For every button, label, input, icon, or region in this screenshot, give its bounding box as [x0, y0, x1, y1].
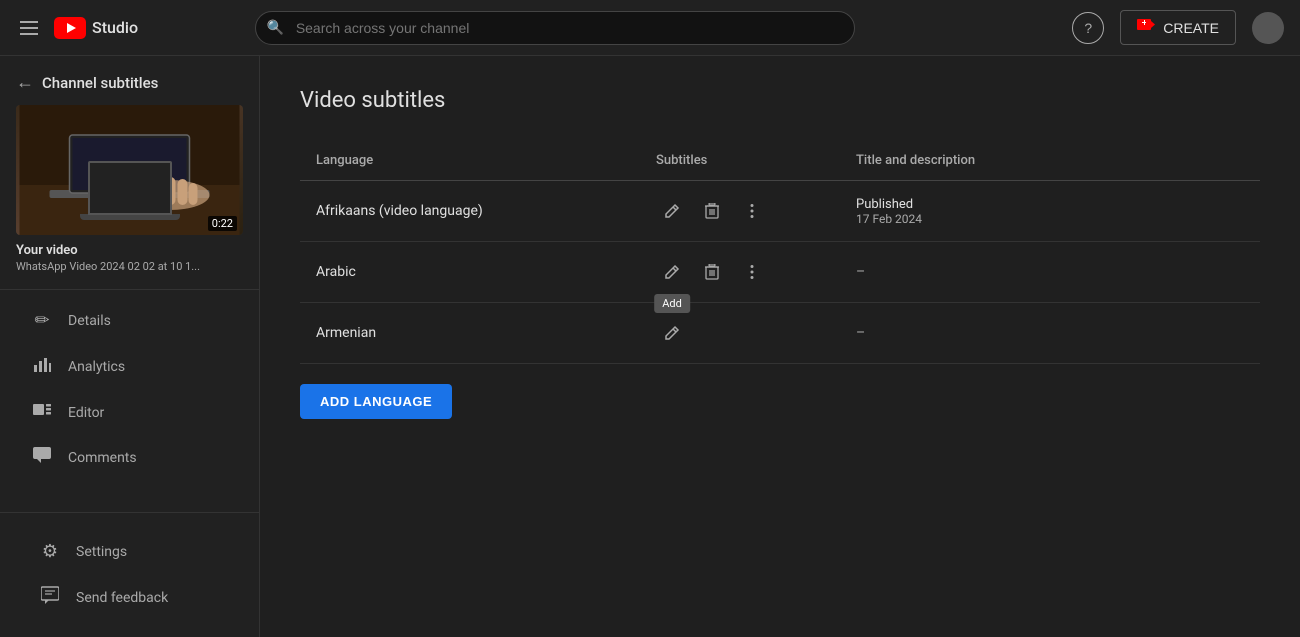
- settings-label: Settings: [76, 544, 127, 560]
- sidebar-top: ← Channel subtitles: [0, 56, 259, 290]
- studio-label: Studio: [92, 18, 138, 37]
- pencil-icon: [664, 264, 680, 280]
- video-filename: WhatsApp Video 2024 02 02 at 10 1...: [16, 260, 243, 273]
- no-title-desc: –: [856, 325, 865, 341]
- table-row: Arabic: [300, 242, 1260, 303]
- add-subtitle-button[interactable]: [656, 317, 688, 349]
- create-button[interactable]: CREATE: [1120, 10, 1236, 45]
- body-wrapper: ← Channel subtitles: [0, 56, 1300, 637]
- trash-icon: [705, 203, 719, 219]
- delete-subtitle-button[interactable]: [696, 256, 728, 288]
- create-icon: [1137, 17, 1155, 38]
- add-tooltip: Add: [654, 294, 690, 313]
- trash-icon: [705, 264, 719, 280]
- more-options-button[interactable]: [736, 195, 768, 227]
- create-label: CREATE: [1163, 20, 1219, 36]
- help-button[interactable]: ?: [1072, 12, 1104, 44]
- sidebar-item-analytics[interactable]: Analytics: [8, 343, 251, 390]
- youtube-icon: [54, 17, 86, 39]
- add-language-button[interactable]: ADD LANGUAGE: [300, 384, 452, 419]
- details-icon: ✏: [32, 310, 52, 331]
- video-thumbnail: 0:22: [16, 105, 243, 235]
- subtitle-actions: [656, 195, 824, 227]
- col-title-desc: Title and description: [840, 141, 1260, 181]
- feedback-icon: [40, 586, 60, 609]
- sidebar-bottom: ⚙ Settings Send feedback: [0, 512, 259, 637]
- app-header: Studio 🔍 ? CREATE: [0, 0, 1300, 56]
- main-content: Video subtitles Language Subtitles Title…: [260, 56, 1300, 637]
- settings-icon: ⚙: [40, 541, 60, 562]
- menu-button[interactable]: [16, 17, 42, 39]
- subtitles-table: Language Subtitles Title and description…: [300, 141, 1260, 364]
- analytics-icon: [32, 355, 52, 378]
- duration-badge: 0:22: [208, 216, 237, 231]
- comments-icon: [32, 447, 52, 468]
- published-date: 17 Feb 2024: [856, 212, 1244, 226]
- pencil-icon: [664, 203, 680, 219]
- sidebar: ← Channel subtitles: [0, 56, 260, 637]
- published-status: Published: [856, 197, 1244, 212]
- header-right: ? CREATE: [1072, 10, 1284, 45]
- video-title-label: Your video: [16, 243, 243, 258]
- more-vertical-icon: [750, 203, 754, 219]
- avatar[interactable]: [1252, 12, 1284, 44]
- add-with-tooltip: Add: [656, 317, 688, 349]
- table-header: Language Subtitles Title and description: [300, 141, 1260, 181]
- table-row: Afrikaans (video language): [300, 181, 1260, 242]
- more-vertical-icon: [750, 264, 754, 280]
- back-nav[interactable]: ← Channel subtitles: [16, 72, 243, 93]
- delete-subtitle-button[interactable]: [696, 195, 728, 227]
- sidebar-item-details[interactable]: ✏ Details: [8, 298, 251, 343]
- table-row: Armenian Add: [300, 303, 1260, 364]
- pencil-icon: [664, 325, 680, 341]
- sidebar-item-settings[interactable]: ⚙ Settings: [16, 529, 243, 574]
- more-options-button[interactable]: [736, 256, 768, 288]
- subtitle-actions: [656, 256, 824, 288]
- edit-subtitle-button[interactable]: [656, 195, 688, 227]
- table-body: Afrikaans (video language): [300, 181, 1260, 364]
- editor-icon: [32, 402, 52, 423]
- send-feedback-label: Send feedback: [76, 590, 168, 606]
- col-language: Language: [300, 141, 640, 181]
- language-name: Arabic: [316, 264, 356, 280]
- subtitle-actions: Add: [656, 317, 824, 349]
- search-bar: 🔍: [255, 11, 855, 45]
- channel-subtitles-label: Channel subtitles: [42, 74, 158, 92]
- page-title: Video subtitles: [300, 88, 1260, 113]
- sidebar-nav: ✏ Details Analytics: [0, 290, 259, 512]
- language-name: Afrikaans (video language): [316, 203, 483, 219]
- search-icon: 🔍: [267, 20, 284, 36]
- analytics-label: Analytics: [68, 359, 125, 375]
- sidebar-item-comments[interactable]: Comments: [8, 435, 251, 480]
- header-left: Studio: [16, 17, 138, 39]
- search-input[interactable]: [255, 11, 855, 45]
- comments-label: Comments: [68, 450, 137, 466]
- editor-label: Editor: [68, 405, 104, 421]
- back-arrow-icon: ←: [16, 72, 34, 93]
- language-name: Armenian: [316, 325, 376, 341]
- col-subtitles: Subtitles: [640, 141, 840, 181]
- logo[interactable]: Studio: [54, 17, 138, 39]
- sidebar-item-editor[interactable]: Editor: [8, 390, 251, 435]
- edit-subtitle-button[interactable]: [656, 256, 688, 288]
- no-title-desc: –: [856, 264, 865, 280]
- sidebar-item-send-feedback[interactable]: Send feedback: [16, 574, 243, 621]
- details-label: Details: [68, 313, 111, 329]
